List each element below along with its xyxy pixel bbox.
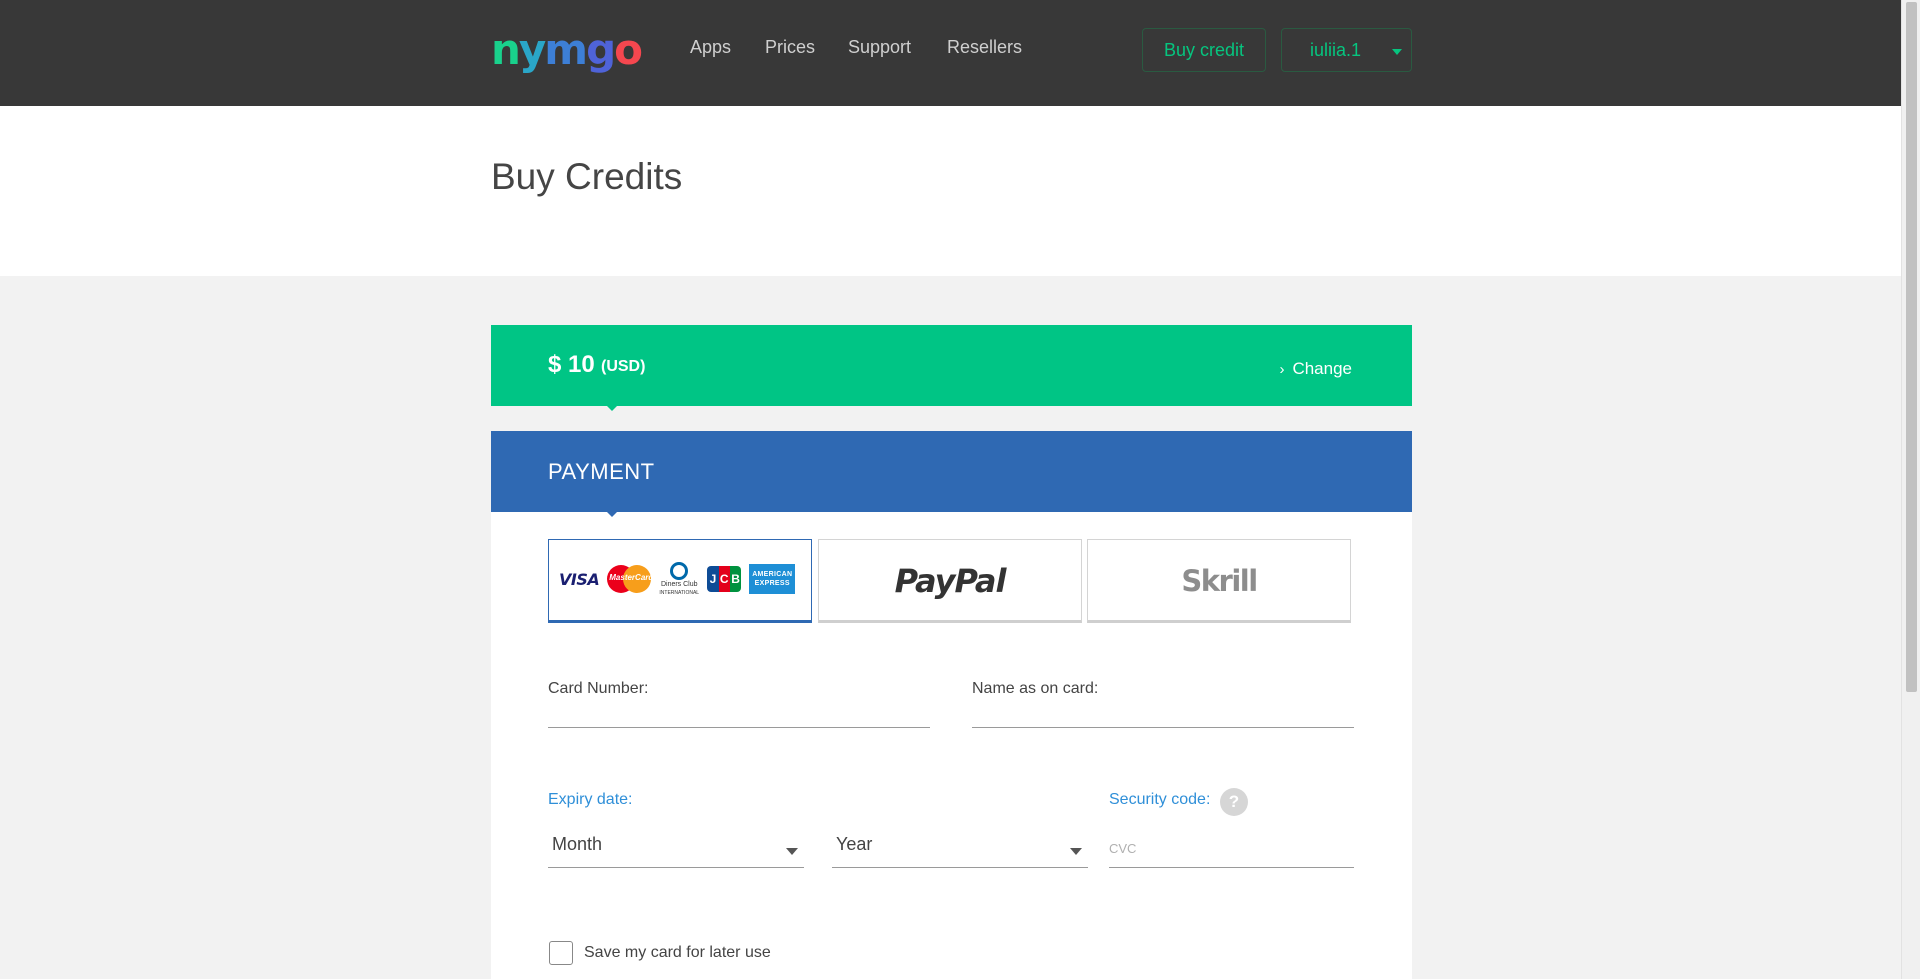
dropdown-arrow-icon [1070, 848, 1082, 855]
page-title: Buy Credits [491, 156, 683, 197]
vertical-scrollbar[interactable] [1901, 0, 1920, 979]
amount-pointer-arrow [606, 405, 618, 411]
page-title-band: Buy Credits [0, 106, 1901, 276]
payment-section-header: PAYMENT [491, 431, 1412, 512]
expiry-year-select[interactable]: Year [832, 828, 1088, 868]
skrill-payment-option[interactable]: Skrill [1087, 539, 1351, 623]
card-logos: VISA MasterCard Diners Club INTERNATIONAL… [559, 561, 796, 597]
username-label: iuliia.1 [1310, 40, 1362, 60]
nav-support-link[interactable]: Support [848, 37, 911, 58]
logo-letter: y [518, 25, 546, 74]
save-card-checkbox[interactable] [549, 941, 573, 965]
card-number-label: Card Number: [548, 680, 649, 697]
currency-code: (USD) [601, 358, 646, 375]
nymgo-logo[interactable]: nymgo [491, 25, 643, 74]
currency-symbol: $ [548, 351, 562, 378]
name-on-card-field[interactable]: Name as on card: [972, 668, 1354, 728]
card-number-field[interactable]: Card Number: [548, 668, 930, 728]
dropdown-arrow-icon [786, 848, 798, 855]
logo-letter: n [491, 25, 521, 74]
diners-club-logo: Diners Club INTERNATIONAL [659, 561, 699, 597]
buy-credit-button[interactable]: Buy credit [1142, 28, 1266, 72]
year-value: Year [836, 834, 873, 854]
american-express-logo: AMERICAN EXPRESS [749, 564, 796, 594]
logo-letter: g [586, 25, 616, 74]
jcb-logo: JCB [707, 566, 742, 592]
change-label: Change [1292, 359, 1352, 378]
skrill-logo: Skrill [1181, 564, 1258, 598]
change-amount-link[interactable]: › Change [1279, 359, 1352, 379]
paypal-payment-option[interactable]: PayPal [818, 539, 1082, 623]
card-payment-option[interactable]: VISA MasterCard Diners Club INTERNATIONAL… [548, 539, 812, 623]
payment-form: VISA MasterCard Diners Club INTERNATIONAL… [491, 512, 1412, 979]
name-on-card-label: Name as on card: [972, 680, 1099, 697]
amount-summary-bar: $ 10 (USD) › Change [491, 325, 1412, 406]
save-card-label: Save my card for later use [584, 944, 771, 961]
amount-number: 10 [568, 351, 595, 378]
expiry-date-label: Expiry date: [548, 791, 633, 808]
nav-prices-link[interactable]: Prices [765, 37, 815, 58]
user-account-dropdown[interactable]: iuliia.1 [1281, 28, 1412, 72]
scrollbar-thumb[interactable] [1906, 2, 1917, 692]
mastercard-logo: MasterCard [607, 565, 653, 593]
help-icon[interactable]: ? [1220, 788, 1248, 816]
expiry-month-select[interactable]: Month [548, 828, 804, 868]
payment-pointer-arrow [606, 511, 618, 517]
chevron-right-icon: › [1279, 361, 1285, 378]
security-code-label: Security code: [1109, 791, 1211, 808]
logo-letter: o [614, 25, 643, 74]
payment-title: PAYMENT [548, 459, 655, 484]
cvc-field[interactable] [1109, 828, 1354, 868]
month-value: Month [552, 834, 603, 854]
top-navigation-bar: nymgo Apps Prices Support Resellers Buy … [0, 0, 1901, 106]
nav-resellers-link[interactable]: Resellers [947, 37, 1022, 58]
nav-apps-link[interactable]: Apps [690, 37, 731, 58]
visa-logo: VISA [559, 569, 600, 589]
cvc-input[interactable] [1109, 836, 1354, 860]
amount-value: $ 10 [548, 351, 595, 379]
paypal-logo: PayPal [894, 562, 1007, 600]
logo-letter: m [544, 25, 588, 74]
caret-down-icon [1392, 49, 1402, 55]
